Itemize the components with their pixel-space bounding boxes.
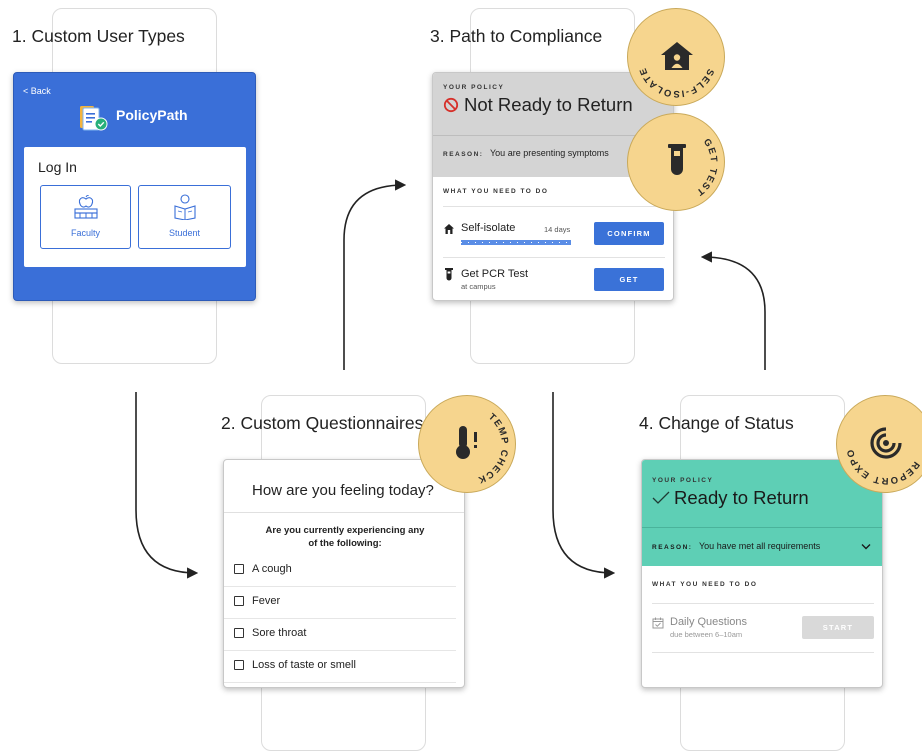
policy-label: YOUR POLICY <box>652 477 714 484</box>
prohibited-icon <box>443 97 459 113</box>
status-ready: Ready to Return <box>674 487 809 508</box>
back-link[interactable]: < Back <box>23 86 51 96</box>
task-days: 14 days <box>544 225 571 234</box>
task-pcr-test: Get PCR Test <box>461 268 529 280</box>
student-label: Student <box>168 228 201 238</box>
step-title-3: 3. Path to Compliance <box>430 26 603 46</box>
option-label: Loss of taste or smell <box>252 659 356 671</box>
home-icon <box>444 224 454 234</box>
temp-check-ring-text: TEMP CHECK <box>475 411 510 485</box>
faculty-label: Faculty <box>70 228 100 238</box>
progress-bar <box>461 240 571 245</box>
badge-label: SELF-ISOLATE <box>637 65 714 99</box>
reason-label: REASON: <box>652 544 693 551</box>
login-card: < Back PolicyPath Log In Faculty Student <box>13 72 256 301</box>
reason-text: You are presenting symptoms <box>490 148 609 158</box>
svg-text:SELF-ISOLATE: SELF-ISOLATE <box>637 65 715 99</box>
get-test-badge: GET TEST <box>627 113 725 211</box>
login-panel: Log In Faculty Student <box>24 147 246 267</box>
todo-label: WHAT YOU NEED TO DO <box>443 188 549 195</box>
option-row[interactable]: Sore throat <box>224 618 456 651</box>
task-divider <box>652 652 874 653</box>
arrow-4-to-3 <box>700 251 766 370</box>
task-divider <box>443 257 665 258</box>
option-row[interactable]: Fever <box>224 586 456 619</box>
step-title-4: 4. Change of Status <box>639 413 794 433</box>
todo-label: WHAT YOU NEED TO DO <box>652 581 758 588</box>
calendar-icon <box>652 617 664 629</box>
task-daily-questions: Daily Questions <box>670 616 748 628</box>
self-isolate-ring-text: SELF-ISOLATE <box>637 65 715 99</box>
brand-name: PolicyPath <box>116 107 188 123</box>
task-self-isolate: Self-isolate <box>461 222 516 234</box>
step-title-2: 2. Custom Questionnaires <box>221 413 424 433</box>
prompt-line-1: Are you currently experiencing any <box>265 525 425 536</box>
report-exposure-badge: REPORT EXPOSURE <box>833 388 922 493</box>
report-exposure-ring-text: REPORT EXPOSURE <box>833 388 920 486</box>
get-test-ring-text: GET TEST <box>693 137 719 198</box>
option-row[interactable]: A cough <box>224 554 456 587</box>
checkbox[interactable] <box>234 564 244 574</box>
svg-text:REPORT EXPOSURE: REPORT EXPOSURE <box>833 388 922 486</box>
policy-label: YOUR POLICY <box>443 84 505 91</box>
badge-label: REPORT EXPOSURE <box>833 388 920 486</box>
policypath-logo-icon <box>79 105 109 133</box>
student-button[interactable]: Student <box>138 185 231 249</box>
apple-books-icon <box>74 195 98 219</box>
reason-text: You have met all requirements <box>699 541 821 551</box>
todo-divider <box>652 603 874 604</box>
confirm-button[interactable]: CONFIRM <box>594 222 664 245</box>
test-tube-icon <box>445 268 453 281</box>
header-divider <box>642 527 882 528</box>
task-pcr-location: at campus <box>461 282 496 291</box>
option-label: Sore throat <box>252 627 307 639</box>
status-not-ready: Not Ready to Return <box>464 94 633 115</box>
student-reading-icon <box>174 194 196 220</box>
checkbox[interactable] <box>234 628 244 638</box>
arrow-3-to-4 <box>552 392 616 579</box>
step-title-1: 1. Custom User Types <box>12 26 185 46</box>
questionnaire-title: How are you feeling today? <box>252 482 434 499</box>
start-button[interactable]: START <box>802 616 874 639</box>
faculty-button[interactable]: Faculty <box>40 185 131 249</box>
checkbox[interactable] <box>234 596 244 606</box>
reason-row: REASON: You are presenting symptoms <box>443 148 609 158</box>
badge-label: GET TEST <box>693 137 717 198</box>
temp-check-badge: TEMP CHECK <box>418 395 516 493</box>
chevron-down-icon[interactable] <box>861 543 871 551</box>
option-label: A cough <box>252 563 292 575</box>
task-due: due between 6–10am <box>670 630 743 639</box>
svg-text:GET TEST: GET TEST <box>693 137 719 198</box>
arrow-2-to-3 <box>343 179 407 370</box>
questionnaire-header-divider <box>224 512 464 513</box>
badge-label: TEMP CHECK <box>475 411 508 485</box>
option-label: Fever <box>252 595 281 607</box>
option-row[interactable]: Loss of taste or smell <box>224 650 456 683</box>
get-button[interactable]: GET <box>594 268 664 291</box>
self-isolate-badge: SELF-ISOLATE <box>627 8 725 106</box>
reason-label: REASON: <box>443 151 484 158</box>
checkmark-icon <box>652 491 670 504</box>
login-title: Log In <box>38 159 77 175</box>
reason-row: REASON: You have met all requirements <box>652 541 820 551</box>
checkbox[interactable] <box>234 660 244 670</box>
svg-text:TEMP CHECK: TEMP CHECK <box>475 411 510 485</box>
prompt-line-2: of the following: <box>308 538 382 549</box>
arrow-1-to-2 <box>135 392 199 579</box>
